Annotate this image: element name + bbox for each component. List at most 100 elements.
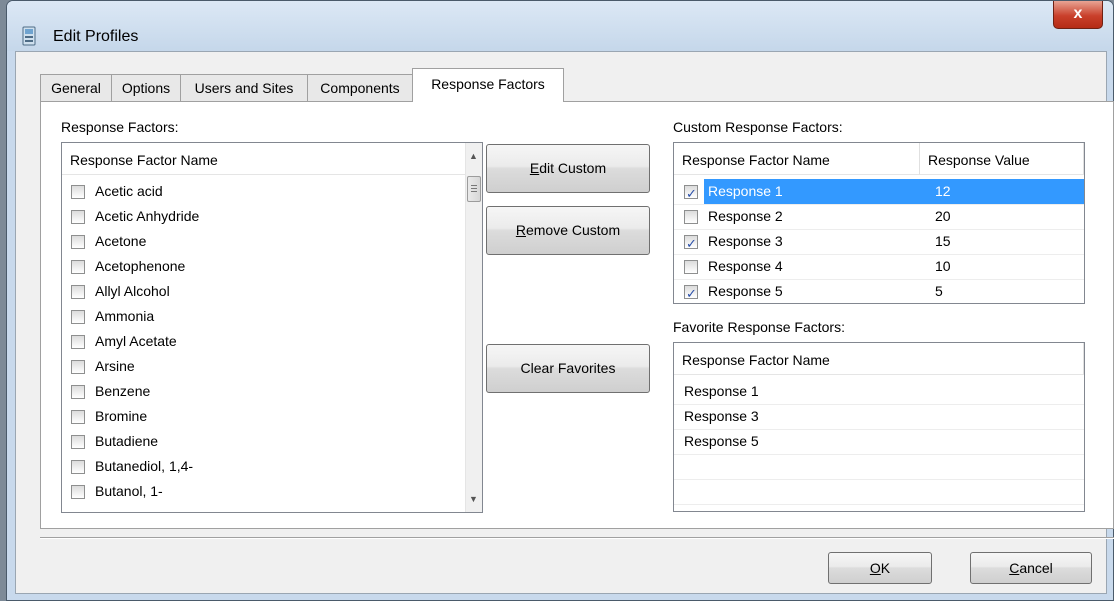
checkbox[interactable] [684,260,698,274]
remove-custom-button[interactable]: Remove Custom [486,206,650,255]
scrollbar-thumb[interactable] [467,176,481,202]
list-item-label: Response 3 [684,408,759,424]
title-bar[interactable]: Edit Profiles x [7,1,1113,51]
edit-profiles-window: Edit Profiles x General Options Users an… [6,0,1114,601]
checkbox[interactable] [71,435,85,449]
ok-button[interactable]: OK [828,552,932,584]
scroll-up-arrow-icon[interactable]: ▲ [469,151,478,161]
remove-custom-label: emove Custom [525,222,621,238]
dialog-client-area: General Options Users and Sites Componen… [15,51,1114,594]
list-item[interactable]: Arsine [62,354,466,379]
table-row[interactable]: Response 2 20 [674,204,1084,229]
cancel-label: ancel [1019,560,1053,576]
close-icon: x [1073,5,1083,22]
tab-general[interactable]: General [40,74,112,101]
favorite-name-column-header[interactable]: Response Factor Name [674,343,1084,375]
table-row[interactable]: Response 4 10 [674,254,1084,279]
checkbox[interactable] [71,210,85,224]
checked-checkbox[interactable] [684,181,698,206]
tab-response-factors[interactable]: Response Factors [412,68,564,102]
list-item[interactable]: Response 5 [674,429,1084,454]
response-name-cell: Response 1 [708,183,783,199]
list-item[interactable]: Response 3 [674,404,1084,429]
response-value-cell: 12 [935,183,951,199]
close-button[interactable]: x [1053,1,1103,29]
response-value-cell: 15 [935,233,951,249]
custom-name-column-header[interactable]: Response Factor Name [674,143,920,175]
checkbox[interactable] [71,460,85,474]
tab-components[interactable]: Components [307,74,413,101]
list-item[interactable]: Amyl Acetate [62,329,466,354]
list-item-label: Butanol, 1- [95,483,163,499]
list-item-label: Arsine [95,358,135,374]
favorite-response-factors-label: Favorite Response Factors: [673,319,845,335]
checkbox[interactable] [684,210,698,224]
custom-response-factors-table[interactable]: Response Factor Name Response Value Resp… [673,142,1085,304]
response-name-cell: Response 4 [708,258,783,274]
table-row[interactable]: Response 1 12 [674,179,1084,206]
table-row[interactable]: Response 5 5 [674,279,1084,303]
list-item-label: Response 5 [684,433,759,449]
list-item-label: Acetone [95,233,147,249]
row-gridline [674,479,1084,480]
checkbox[interactable] [71,335,85,349]
list-item[interactable]: Acetic acid [62,179,466,204]
list-item[interactable]: Butanol, 1- [62,479,466,504]
response-factors-scrollbar[interactable]: ▲ ▼ [465,143,482,512]
list-item-label: Acetophenone [95,258,186,274]
favorite-response-factors-list[interactable]: Response Factor Name Response 1 Response … [673,342,1085,512]
edit-custom-button[interactable]: Edit Custom [486,144,650,193]
list-item-label: Ammonia [95,308,155,324]
checkbox[interactable] [71,260,85,274]
list-item[interactable]: Allyl Alcohol [62,279,466,304]
tab-options[interactable]: Options [111,74,181,101]
list-item-label: Butanediol, 1,4- [95,458,194,474]
list-item-label: Benzene [95,383,151,399]
clear-favorites-button[interactable]: Clear Favorites [486,344,650,393]
cancel-mnemonic: C [1009,560,1020,576]
cancel-button[interactable]: Cancel [970,552,1092,584]
checked-checkbox[interactable] [684,281,698,303]
list-item-label: Allyl Alcohol [95,283,170,299]
response-value-cell: 20 [935,208,951,224]
tab-users-and-sites[interactable]: Users and Sites [180,74,308,101]
list-item-label: Acetic acid [95,183,163,199]
window-title: Edit Profiles [53,28,139,45]
list-item[interactable]: Acetophenone [62,254,466,279]
app-icon [22,26,36,46]
ok-label: K [880,560,891,576]
response-name-cell: Response 3 [708,233,783,249]
separator-line [40,537,1114,539]
response-factor-name-column-header[interactable]: Response Factor Name [62,143,466,175]
checkbox[interactable] [71,360,85,374]
response-name-cell: Response 5 [708,283,783,299]
list-item-label: Amyl Acetate [95,333,177,349]
list-item[interactable]: Bromine [62,404,466,429]
list-item[interactable]: Response 1 [674,379,1084,404]
list-item[interactable]: Ammonia [62,304,466,329]
list-item[interactable]: Acetone [62,229,466,254]
response-factors-label: Response Factors: [61,119,179,135]
checkbox[interactable] [71,410,85,424]
list-item[interactable]: Butadiene [62,429,466,454]
response-name-cell: Response 2 [708,208,783,224]
custom-response-factors-label: Custom Response Factors: [673,119,843,135]
checkbox[interactable] [71,485,85,499]
list-item-label: Acetic Anhydride [95,208,200,224]
response-factors-list[interactable]: Response Factor Name Acetic acid Acetic A… [61,142,483,513]
checkbox[interactable] [71,185,85,199]
checkbox[interactable] [71,235,85,249]
checkbox[interactable] [71,385,85,399]
list-item[interactable]: Butanediol, 1,4- [62,454,466,479]
edit-custom-mnemonic: E [529,160,540,176]
checkbox[interactable] [71,310,85,324]
list-item[interactable]: Benzene [62,379,466,404]
scroll-down-arrow-icon[interactable]: ▼ [469,494,478,504]
list-item-label: Bromine [95,408,148,424]
custom-value-column-header[interactable]: Response Value [920,143,1084,175]
list-item[interactable]: Acetic Anhydride [62,204,466,229]
response-value-cell: 10 [935,258,951,274]
checked-checkbox[interactable] [684,231,698,256]
table-row[interactable]: Response 3 15 [674,229,1084,256]
checkbox[interactable] [71,285,85,299]
